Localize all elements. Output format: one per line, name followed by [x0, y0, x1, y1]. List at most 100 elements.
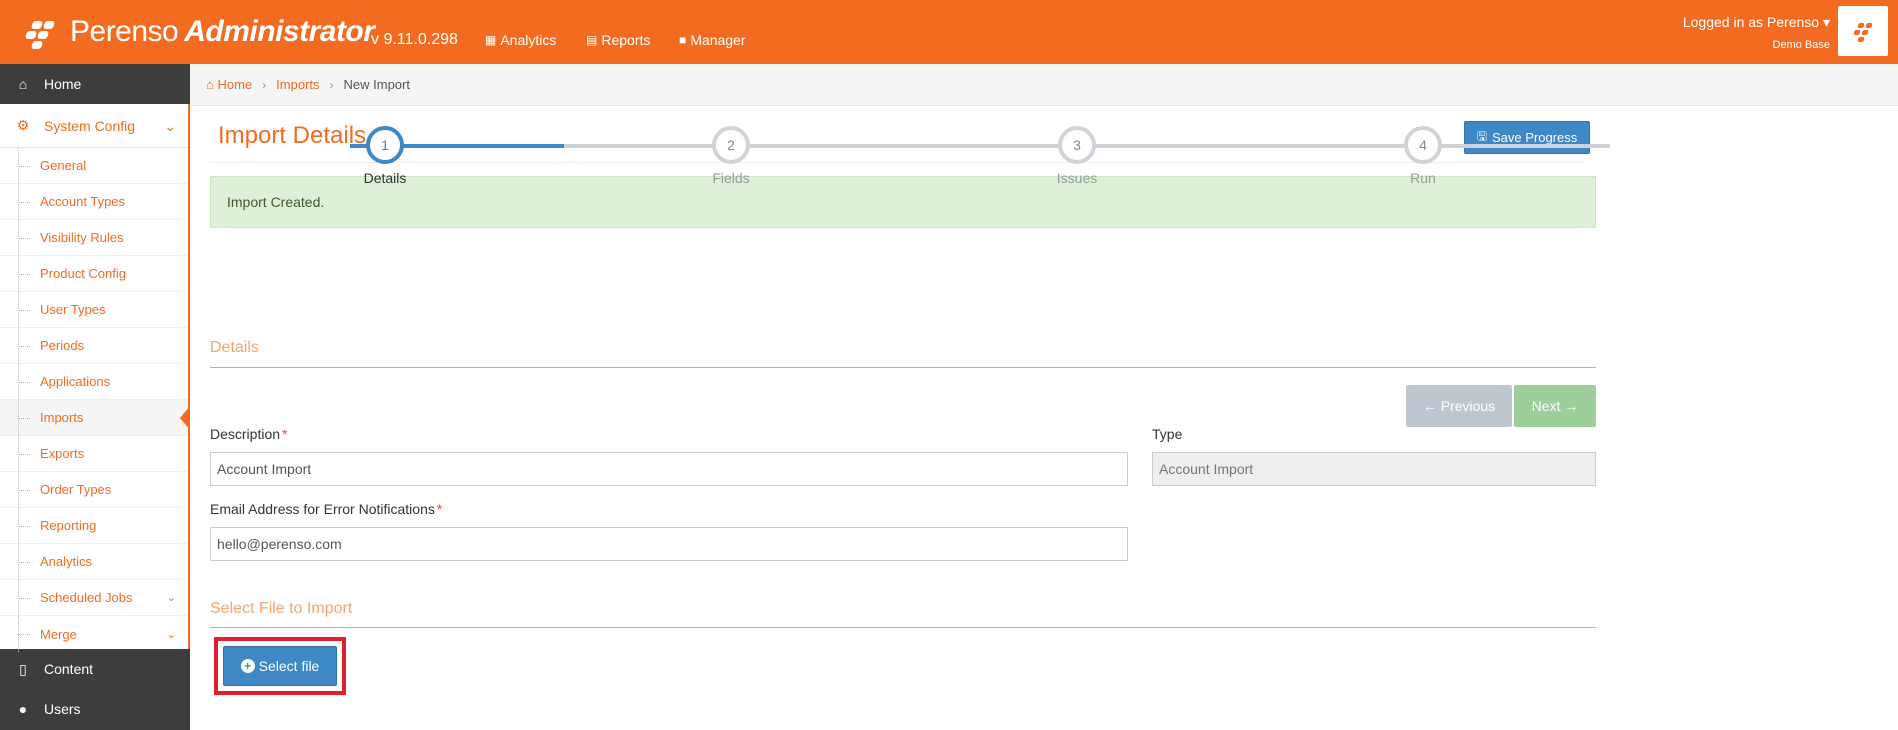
step-label: Run: [1410, 170, 1436, 186]
sidebar-item-label: Imports: [40, 410, 84, 425]
sidebar-item-general[interactable]: General: [0, 148, 188, 184]
sidebar-item-label: Analytics: [40, 554, 93, 569]
sidebar: ⌂ Home ⚙ System Config ⌄ General Account…: [0, 64, 190, 730]
sidebar-item-home[interactable]: ⌂ Home: [0, 64, 190, 104]
step-issues[interactable]: 3 Issues: [1027, 126, 1127, 186]
sidebar-item-label: System Config: [44, 117, 136, 134]
breadcrumb: ⌂ Home › Imports › New Import: [190, 64, 1898, 106]
sidebar-item-reporting[interactable]: Reporting: [0, 508, 188, 544]
next-button[interactable]: Next →: [1514, 385, 1596, 427]
sidebar-item-label: Product Config: [40, 266, 126, 281]
sidebar-item-label: General: [40, 158, 87, 173]
step-label: Details: [363, 170, 407, 186]
divider: [210, 627, 1596, 628]
sidebar-item-label: Exports: [40, 446, 85, 461]
sidebar-item-label: Periods: [40, 338, 85, 353]
user-menu[interactable]: Logged in as Perenso ▾ Demo Base: [1683, 14, 1830, 51]
avatar[interactable]: [1838, 6, 1888, 56]
previous-button[interactable]: ← Previous: [1406, 385, 1512, 427]
email-label: Email Address for Error Notifications *: [210, 501, 443, 517]
active-caret-icon: [180, 405, 190, 430]
sidebar-item-scheduled-jobs[interactable]: Scheduled Jobs ⌄: [0, 580, 188, 616]
type-field: [1152, 452, 1596, 486]
sidebar-item-account-types[interactable]: Account Types: [0, 184, 188, 220]
perenso-logo-icon: [24, 11, 66, 53]
breadcrumb-home[interactable]: ⌂ Home: [206, 77, 252, 92]
arrow-right-icon: →: [1564, 398, 1579, 414]
step-number: 3: [1058, 126, 1096, 164]
sidebar-item-label: Scheduled Jobs: [40, 590, 133, 605]
nav-analytics-label: Analytics: [500, 32, 557, 48]
nav-manager[interactable]: ■ Manager: [679, 32, 746, 48]
step-label: Fields: [712, 170, 750, 186]
chevron-down-icon: ⌄: [164, 118, 176, 134]
type-label: Type: [1152, 426, 1183, 442]
sidebar-item-label: Content: [44, 661, 94, 677]
step-run[interactable]: 4 Run: [1373, 126, 1473, 186]
sidebar-item-user-types[interactable]: User Types: [0, 292, 188, 328]
nav-reports-label: Reports: [601, 32, 651, 48]
user-label: Logged in as Perenso: [1682, 14, 1820, 30]
sidebar-item-content[interactable]: ▯ Content: [0, 649, 190, 689]
description-label: Description *: [210, 426, 288, 442]
brand-suffix: Administrator: [184, 15, 375, 48]
gear-icon: ⚙: [16, 117, 30, 133]
select-file-section-title: Select File to Import: [210, 600, 353, 617]
sidebar-item-imports[interactable]: Imports: [0, 400, 190, 436]
required-mark: *: [282, 426, 288, 442]
step-details[interactable]: 1 Details: [335, 126, 435, 186]
sidebar-item-label: Reporting: [40, 518, 97, 533]
sidebar-item-analytics[interactable]: Analytics: [0, 544, 188, 580]
step-number: 1: [366, 126, 404, 164]
plus-circle-icon: +: [240, 659, 255, 673]
sidebar-item-applications[interactable]: Applications: [0, 364, 188, 400]
home-icon: ⌂: [206, 77, 214, 92]
file-icon: ▯: [19, 660, 27, 677]
chevron-down-icon: ⌄: [166, 628, 176, 641]
sidebar-item-exports[interactable]: Exports: [0, 436, 188, 472]
breadcrumb-imports[interactable]: Imports: [276, 77, 319, 92]
sidebar-item-label: User Types: [40, 302, 106, 317]
caret-down-icon: ▾: [1822, 14, 1830, 30]
table-icon: ▤: [586, 33, 598, 47]
nav-manager-label: Manager: [690, 32, 746, 48]
chevron-right-icon: ›: [329, 77, 334, 92]
briefcase-icon: ■: [679, 33, 687, 47]
sidebar-item-label: Applications: [40, 374, 111, 389]
sidebar-item-product-config[interactable]: Product Config: [0, 256, 188, 292]
user-icon: ●: [18, 701, 28, 717]
nav-reports[interactable]: ▤ Reports: [586, 32, 650, 48]
save-progress-button[interactable]: 🖫 Save Progress: [1464, 121, 1590, 154]
brand-logo[interactable]: Perenso Administrator: [24, 10, 375, 54]
home-icon: ⌂: [18, 76, 28, 92]
sidebar-item-label: Home: [44, 76, 82, 92]
chevron-down-icon: ⌄: [166, 592, 176, 604]
sidebar-item-system-config[interactable]: ⚙ System Config ⌄: [0, 104, 188, 148]
sidebar-item-label: Merge: [40, 626, 77, 642]
chart-icon: ▦: [485, 33, 497, 47]
sidebar-item-label: Order Types: [40, 482, 112, 497]
system-config-section: ⚙ System Config ⌄ General Account Types …: [0, 104, 190, 652]
select-file-button[interactable]: + Select file: [223, 646, 337, 686]
top-bar: Perenso Administrator v 9.11.0.298 ▦ Anal…: [0, 0, 1898, 64]
step-fields[interactable]: 2 Fields: [681, 126, 781, 186]
sidebar-item-order-types[interactable]: Order Types: [0, 472, 188, 508]
main-content: ⌂ Home › Imports › New Import Import Det…: [190, 64, 1898, 730]
select-file-highlight: + Select file: [214, 637, 346, 695]
sidebar-item-label: Account Types: [40, 194, 126, 209]
details-section-title: Details: [210, 339, 259, 356]
sidebar-item-merge[interactable]: Merge ⌄: [0, 616, 188, 652]
brand-name: Perenso: [70, 15, 179, 48]
sidebar-item-periods[interactable]: Periods: [0, 328, 188, 364]
description-field[interactable]: [210, 452, 1128, 486]
step-label: Issues: [1056, 170, 1098, 186]
required-mark: *: [436, 501, 443, 517]
sidebar-item-users[interactable]: ● Users: [0, 689, 190, 729]
breadcrumb-current: New Import: [343, 77, 410, 92]
email-field[interactable]: [210, 527, 1128, 561]
chevron-right-icon: ›: [262, 77, 267, 92]
sidebar-item-visibility-rules[interactable]: Visibility Rules: [0, 220, 188, 256]
step-number: 4: [1404, 126, 1442, 164]
nav-analytics[interactable]: ▦ Analytics: [485, 32, 556, 48]
version-label: v 9.11.0.298: [371, 31, 458, 48]
